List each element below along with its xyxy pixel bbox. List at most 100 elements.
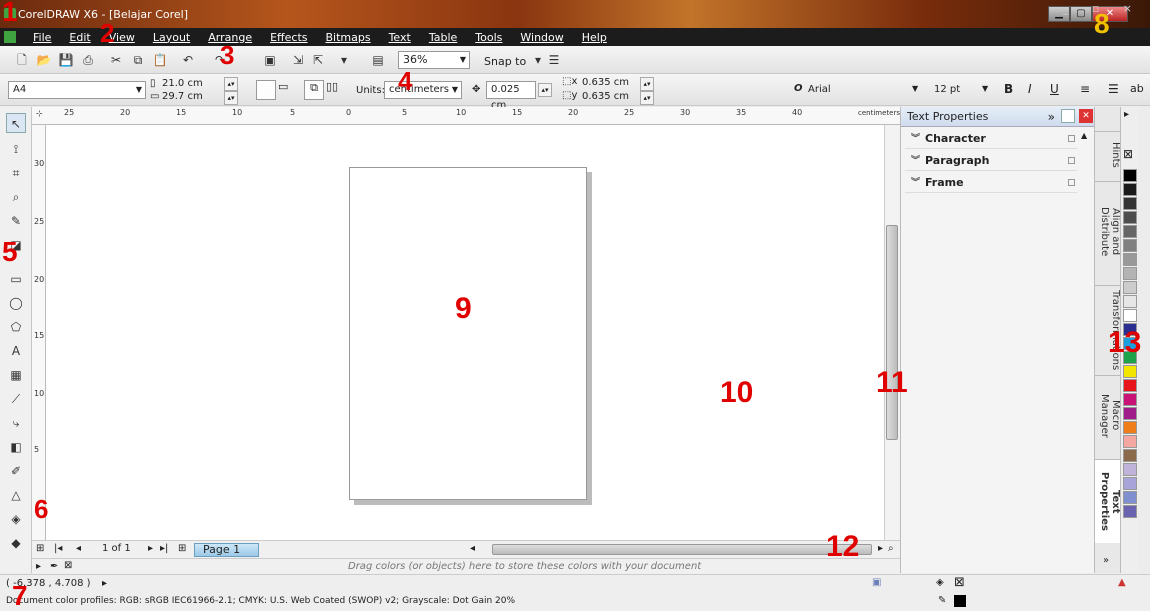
current-page-icon[interactable]: ▯▯ — [326, 80, 346, 100]
font-size-value[interactable]: 12 pt — [934, 84, 960, 95]
underline-icon[interactable]: U — [1050, 82, 1059, 96]
section-toggle-icon[interactable] — [1068, 135, 1075, 142]
zoom-navigator-icon[interactable]: ⌕ — [888, 543, 894, 554]
section-frame[interactable]: ︾ Frame — [905, 173, 1077, 193]
page-width-field[interactable]: 21.0 cm — [162, 78, 203, 89]
fill-tool-icon[interactable]: ◈ — [6, 509, 26, 529]
pick-tool-icon[interactable]: ↖ — [6, 113, 26, 133]
menu-help[interactable]: Help — [573, 31, 616, 44]
drawing-page[interactable] — [349, 167, 587, 500]
menu-layout[interactable]: Layout — [144, 31, 199, 44]
chevron-down-icon[interactable]: ▼ — [982, 84, 988, 93]
vertical-scroll-thumb[interactable] — [886, 225, 898, 440]
tab-macro-manager[interactable]: Macro Manager — [1095, 375, 1121, 455]
horizontal-ruler[interactable]: ⊹ 25 20 15 10 5 0 5 10 15 20 25 30 35 40… — [32, 107, 900, 125]
all-pages-icon[interactable]: ⧉ — [304, 80, 324, 100]
height-stepper[interactable]: ▴▾ — [224, 91, 238, 105]
menu-file[interactable]: File — [24, 31, 60, 44]
polygon-tool-icon[interactable]: ⬠ — [6, 317, 26, 337]
previous-page-icon[interactable]: ◂ — [76, 543, 81, 554]
menu-edit[interactable]: Edit — [60, 31, 99, 44]
duplicate-y-field[interactable]: 0.635 cm — [582, 91, 629, 102]
section-character[interactable]: ︾ Character — [905, 129, 1077, 149]
no-fill-icon[interactable]: ⊠ — [954, 575, 965, 590]
zoom-tool-icon[interactable]: ⌕ — [6, 187, 26, 207]
crop-tool-icon[interactable]: ⌗ — [6, 163, 26, 183]
dimension-tool-icon[interactable]: ⟋ — [6, 389, 26, 409]
units-select[interactable]: centimeters ▼ — [384, 81, 462, 99]
no-color-icon[interactable]: ⊠ — [1123, 147, 1133, 161]
chevron-down-icon[interactable]: ▼ — [912, 84, 918, 93]
dup-x-stepper[interactable]: ▴▾ — [640, 77, 654, 91]
print-icon[interactable]: ⎙ — [80, 52, 96, 68]
fill-indicator-icon[interactable]: ◈ — [936, 577, 944, 588]
first-page-icon[interactable]: |◂ — [54, 543, 62, 554]
palette-swatch[interactable] — [1123, 435, 1137, 448]
text-tool-icon[interactable]: A — [6, 341, 26, 361]
color-proof-icon[interactable]: ▣ — [872, 577, 881, 588]
page-height-field[interactable]: 29.7 cm — [162, 91, 203, 102]
nudge-distance-field[interactable]: 0.025 cm — [486, 81, 536, 111]
options-icon[interactable]: ☰ — [546, 52, 562, 68]
document-palette[interactable]: ▸ ✒ ⊠ Drag colors (or objects) here to s… — [32, 558, 900, 574]
table-tool-icon[interactable]: ▦ — [6, 365, 26, 385]
palette-swatch[interactable] — [1123, 169, 1137, 182]
ellipse-tool-icon[interactable]: ◯ — [6, 293, 26, 313]
palette-swatch[interactable] — [1123, 379, 1137, 392]
paper-size-select[interactable]: A4 ▼ — [8, 81, 146, 99]
status-menu-icon[interactable]: ▸ — [102, 578, 107, 589]
add-page-after-icon[interactable]: ⊞ — [178, 543, 186, 554]
expand-icon[interactable]: » — [1048, 107, 1055, 127]
palette-swatch[interactable] — [1123, 463, 1137, 476]
menu-text[interactable]: Text — [380, 31, 420, 44]
undo-icon[interactable]: ↶ — [180, 52, 196, 68]
scroll-up-icon[interactable]: ▲ — [1081, 131, 1087, 140]
import-icon[interactable]: ⇲ — [290, 52, 306, 68]
scroll-right-icon[interactable]: ▸ — [878, 543, 883, 554]
palette-swatch[interactable] — [1123, 211, 1137, 224]
export-icon[interactable]: ⇱ — [310, 52, 326, 68]
menu-effects[interactable]: Effects — [261, 31, 316, 44]
section-toggle-icon[interactable] — [1068, 157, 1075, 164]
expand-docker-icon[interactable]: » — [1103, 555, 1109, 566]
text-align-icon[interactable]: ≡ — [1080, 82, 1090, 96]
font-list-value[interactable]: Arial — [808, 84, 831, 95]
shape-tool-icon[interactable]: ⟟ — [6, 139, 26, 159]
palette-swatch[interactable] — [1123, 183, 1137, 196]
portrait-button[interactable] — [256, 80, 276, 100]
nudge-stepper[interactable]: ▴▾ — [538, 83, 552, 97]
palette-menu-icon[interactable]: ▸ — [36, 561, 41, 572]
palette-swatch[interactable] — [1123, 197, 1137, 210]
last-page-icon[interactable]: ▸| — [160, 543, 168, 554]
duplicate-x-field[interactable]: 0.635 cm — [582, 77, 629, 88]
menu-window[interactable]: Window — [511, 31, 572, 44]
palette-swatch[interactable] — [1123, 491, 1137, 504]
palette-swatch[interactable] — [1123, 393, 1137, 406]
tab-align-distribute[interactable]: Align and Distribute — [1095, 181, 1121, 281]
search-content-icon[interactable]: ▣ — [262, 52, 278, 68]
menu-bitmaps[interactable]: Bitmaps — [316, 31, 379, 44]
tab-text-properties[interactable]: Text Properties — [1095, 459, 1121, 543]
close-icon[interactable]: ✕ — [1079, 109, 1093, 123]
palette-swatch[interactable] — [1123, 253, 1137, 266]
width-stepper[interactable]: ▴▾ — [224, 77, 238, 91]
palette-swatch[interactable] — [1123, 421, 1137, 434]
ruler-corner-icon[interactable]: ⊹ — [36, 109, 43, 118]
drop-cap-icon[interactable]: ab — [1130, 82, 1144, 95]
snap-to-button[interactable]: Snap to — [484, 55, 526, 68]
palette-swatch[interactable] — [1123, 281, 1137, 294]
connector-tool-icon[interactable]: ⤷ — [6, 413, 26, 433]
page-tab[interactable]: Page 1 — [194, 543, 260, 557]
freehand-tool-icon[interactable]: ✎ — [6, 211, 26, 231]
palette-swatch[interactable] — [1123, 239, 1137, 252]
next-page-icon[interactable]: ▸ — [148, 543, 153, 554]
new-document-icon[interactable]: 🗋 — [14, 52, 30, 68]
chevron-down-icon[interactable]: ▾ — [530, 52, 546, 68]
palette-scroll-up-icon[interactable]: ▸ — [1124, 109, 1129, 120]
menu-table[interactable]: Table — [420, 31, 466, 44]
italic-icon[interactable]: I — [1028, 82, 1032, 96]
eyedropper-tool-icon[interactable]: ✐ — [6, 461, 26, 481]
save-icon[interactable]: 💾 — [58, 52, 74, 68]
open-icon[interactable]: 📂 — [36, 52, 52, 68]
palette-swatch[interactable] — [1123, 407, 1137, 420]
